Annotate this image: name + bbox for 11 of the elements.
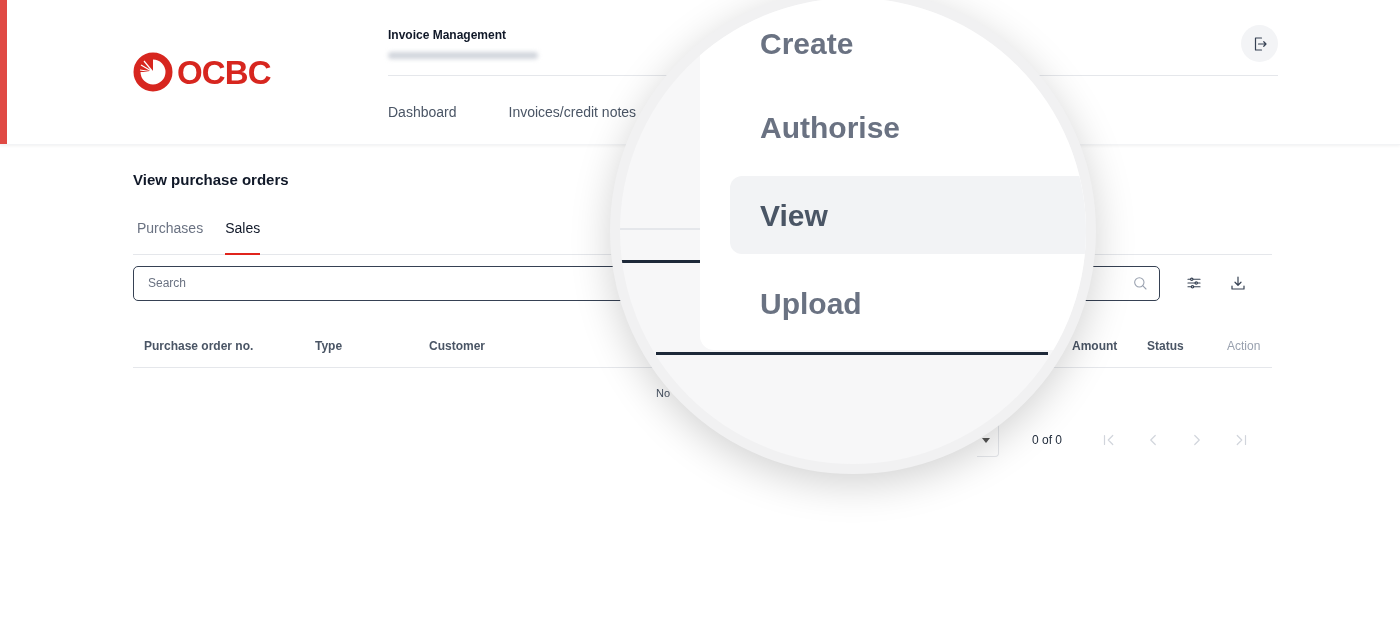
column-header: Status (1147, 338, 1184, 353)
column-header: Type (315, 338, 343, 353)
column-header: Action (1227, 338, 1261, 353)
page-range: 0 of 0 (1031, 432, 1062, 449)
logo-text: OCBC (177, 55, 271, 89)
app-title: Invoice Management (388, 27, 508, 44)
column-header: Customer (429, 338, 485, 353)
empty-message: No (656, 385, 671, 401)
column-header: Purchase order no. (144, 338, 254, 353)
column-header: Amount (1072, 338, 1118, 353)
page-title: View purchase orders (133, 170, 290, 190)
